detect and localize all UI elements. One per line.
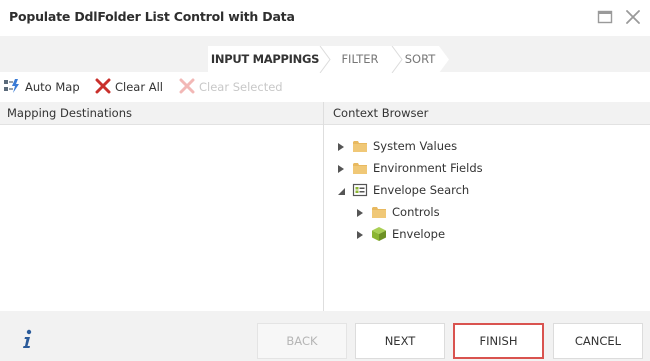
wizard-steps-band: INPUT MAPPINGS FILTER SORT <box>0 36 650 73</box>
clear-selected-button[interactable]: Clear Selected <box>179 78 283 96</box>
tree-node-label: Environment Fields <box>373 161 483 175</box>
expand-arrow-icon[interactable] <box>336 163 346 173</box>
tab-filter[interactable]: FILTER <box>328 46 392 73</box>
expand-arrow-icon[interactable] <box>355 207 365 217</box>
auto-map-icon <box>3 78 21 97</box>
close-icon[interactable] <box>625 9 641 25</box>
back-button[interactable]: BACK <box>257 323 347 359</box>
tab-input-mappings[interactable]: INPUT MAPPINGS <box>208 46 322 73</box>
tree-node-controls[interactable]: Controls <box>355 202 440 222</box>
expand-arrow-icon[interactable] <box>336 141 346 151</box>
mapping-destinations-pane[interactable] <box>0 125 323 311</box>
dialog-footer: BACK NEXT FINISH CANCEL <box>0 311 650 361</box>
tree-node-envelope[interactable]: Envelope <box>355 224 445 244</box>
wizard-steps: INPUT MAPPINGS FILTER SORT <box>208 46 449 73</box>
next-button[interactable]: NEXT <box>355 323 445 359</box>
mapping-toolbar: Auto Map Clear All Clear Selected <box>0 72 650 102</box>
dialog-title: Populate DdlFolder List Control with Dat… <box>9 9 295 24</box>
folder-icon <box>352 160 368 176</box>
collapse-arrow-icon[interactable] <box>336 185 346 195</box>
auto-map-label: Auto Map <box>25 80 80 94</box>
tree-node-label: Controls <box>392 205 440 219</box>
tree-node-label: Envelope Search <box>373 183 470 197</box>
mapping-destinations-header: Mapping Destinations <box>7 106 132 120</box>
clear-all-button[interactable]: Clear All <box>95 78 163 96</box>
tree-node-label: System Values <box>373 139 458 153</box>
dialog-title-bar: Populate DdlFolder List Control with Dat… <box>0 0 650 36</box>
tree-node-label: Envelope <box>392 227 446 241</box>
context-browser-header: Context Browser <box>333 106 429 120</box>
clear-all-icon <box>95 78 111 97</box>
context-browser-pane: System Values Environment Fields Envelop… <box>324 125 650 311</box>
finish-button[interactable]: FINISH <box>453 323 544 359</box>
expand-arrow-icon[interactable] <box>355 229 365 239</box>
tree-node-environment-fields[interactable]: Environment Fields <box>336 158 483 178</box>
folder-icon <box>371 204 387 220</box>
folder-icon <box>352 138 368 154</box>
pane-headers: Mapping Destinations Context Browser <box>0 102 650 125</box>
clear-selected-icon <box>179 78 195 97</box>
clear-all-label: Clear All <box>115 80 163 94</box>
smartobject-cube-icon <box>371 226 387 242</box>
tree-node-system-values[interactable]: System Values <box>336 136 457 156</box>
list-control-icon <box>352 182 368 198</box>
cancel-button[interactable]: CANCEL <box>553 323 643 359</box>
info-icon[interactable] <box>20 329 34 349</box>
tree-node-envelope-search[interactable]: Envelope Search <box>336 180 469 200</box>
clear-selected-label: Clear Selected <box>199 80 283 94</box>
maximize-icon[interactable] <box>597 9 613 25</box>
auto-map-button[interactable]: Auto Map <box>3 78 80 96</box>
tab-sort[interactable]: SORT <box>400 46 440 73</box>
